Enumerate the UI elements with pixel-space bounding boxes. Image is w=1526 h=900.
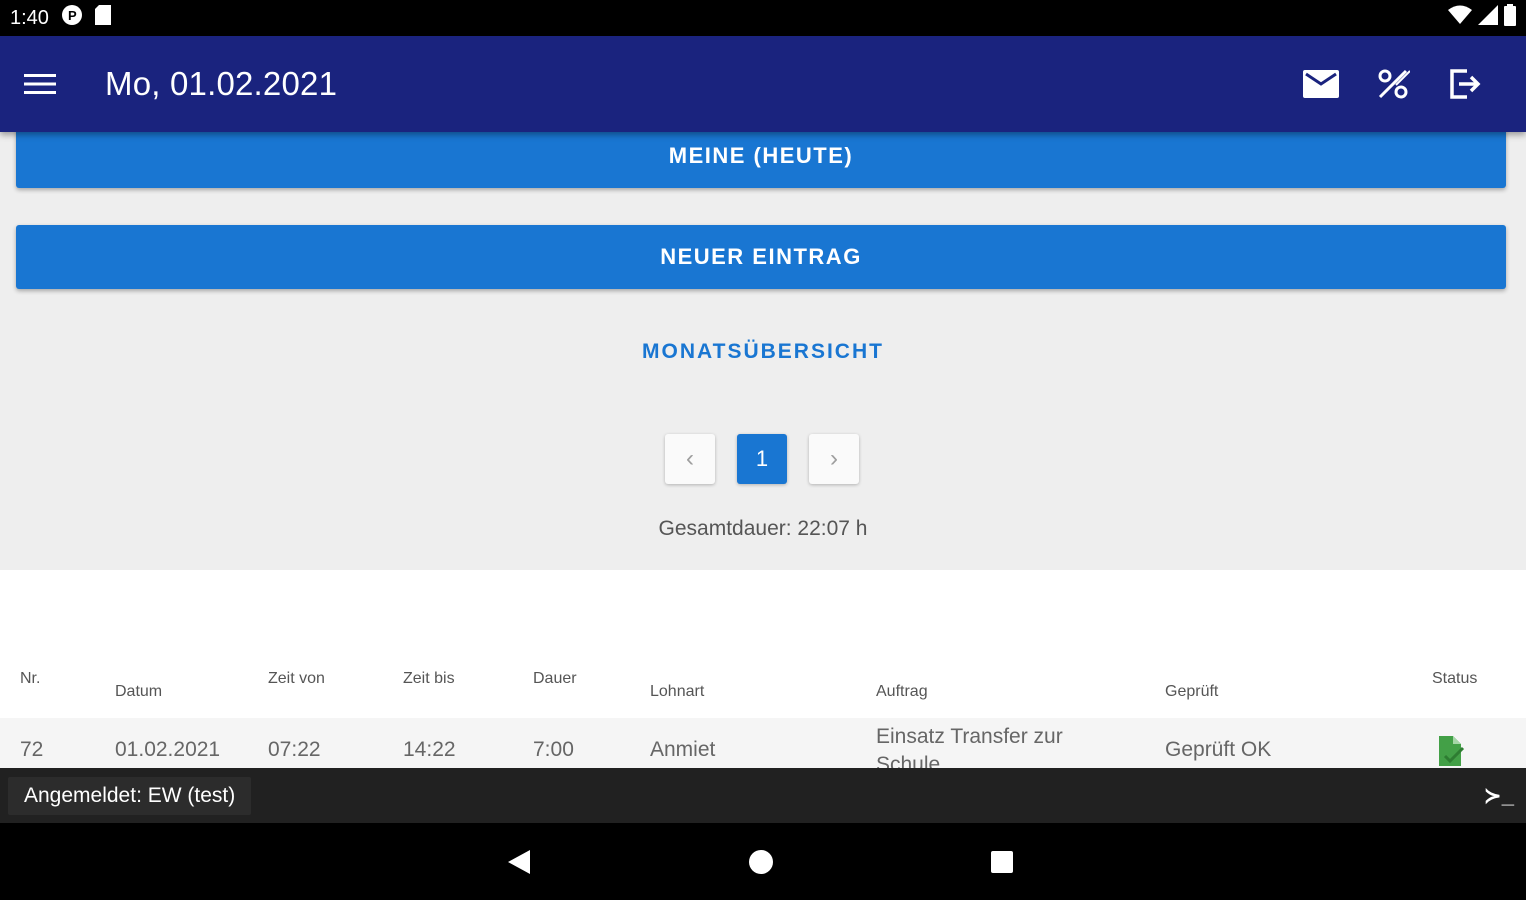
battery-icon xyxy=(1504,4,1516,32)
wifi-icon xyxy=(1448,5,1472,31)
cell-geprueft: Geprüft OK xyxy=(1165,738,1272,761)
back-button[interactable] xyxy=(502,845,536,879)
column-header-geprueft[interactable]: Geprüft xyxy=(1165,683,1218,701)
cell-zeit-von: 07:22 xyxy=(268,738,321,761)
home-circle-icon xyxy=(749,850,773,874)
page-button-current[interactable]: 1 xyxy=(737,434,787,484)
cell-lohnart: Anmiet xyxy=(650,738,716,761)
column-header-zeit-von[interactable]: Zeit von xyxy=(268,670,325,688)
hamburger-menu-icon xyxy=(24,74,56,94)
terminal-button[interactable]: ≻_ xyxy=(1483,783,1514,809)
column-header-datum[interactable]: Datum xyxy=(115,683,162,701)
meine-heute-button[interactable]: MEINE (HEUTE) xyxy=(16,132,1506,188)
page-title: Mo, 01.02.2021 xyxy=(105,65,338,102)
main-content: MEINE (HEUTE) NEUER EINTRAG MONATSÜBERSI… xyxy=(0,132,1526,768)
cell-nr: 72 xyxy=(20,738,44,761)
back-triangle-icon xyxy=(508,850,530,874)
column-header-auftrag[interactable]: Auftrag xyxy=(876,683,928,701)
menu-button[interactable] xyxy=(0,36,80,132)
cell-auftrag: Einsatz Transfer zur Schule xyxy=(876,725,1063,768)
table-row[interactable]: 72 01.02.2021 07:22 14:22 7:00 Anmiet Ei… xyxy=(0,718,1526,768)
column-header-lohnart[interactable]: Lohnart xyxy=(650,683,704,701)
home-button[interactable] xyxy=(744,845,778,879)
neuer-eintrag-button[interactable]: NEUER EINTRAG xyxy=(16,225,1506,289)
column-header-dauer[interactable]: Dauer xyxy=(533,670,577,688)
app-notification-icon: P xyxy=(61,4,83,32)
login-status: Angemeldet: EW (test) xyxy=(8,776,252,815)
cell-zeit-bis: 14:22 xyxy=(403,738,456,761)
mail-icon xyxy=(1303,70,1339,98)
next-page-button[interactable]: › xyxy=(809,434,859,484)
chevron-left-icon: ‹ xyxy=(686,445,694,472)
logout-button[interactable] xyxy=(1444,63,1486,105)
cell-dauer: 7:00 xyxy=(533,738,574,761)
logout-icon xyxy=(1450,69,1481,99)
recents-button[interactable] xyxy=(985,845,1019,879)
system-status-bar: 1:40 P xyxy=(0,0,1526,36)
clock: 1:40 xyxy=(10,6,49,29)
cell-datum: 01.02.2021 xyxy=(115,738,221,761)
total-duration: Gesamtdauer: 22:07 h xyxy=(658,517,868,540)
prev-page-button[interactable]: ‹ xyxy=(665,434,715,484)
column-header-nr[interactable]: Nr. xyxy=(20,670,40,688)
entries-table: Nr. Datum Zeit von Zeit bis Dauer Lohnar… xyxy=(0,570,1526,768)
column-header-status[interactable]: Status xyxy=(1432,670,1477,688)
system-navigation-bar xyxy=(0,823,1526,900)
signal-icon xyxy=(1478,5,1498,31)
messages-button[interactable] xyxy=(1300,63,1342,105)
bottom-status-bar: Angemeldet: EW (test) ≻_ xyxy=(0,768,1526,823)
document-check-icon[interactable] xyxy=(1437,736,1465,768)
monatsuebersicht-link[interactable]: MONATSÜBERSICHT xyxy=(0,340,1526,364)
column-header-zeit-bis[interactable]: Zeit bis xyxy=(403,670,455,688)
pagination: ‹ 1 › xyxy=(665,434,859,484)
percent-icon xyxy=(1378,69,1410,99)
svg-text:P: P xyxy=(68,8,77,23)
sd-card-icon xyxy=(94,5,111,31)
recents-square-icon xyxy=(991,851,1013,873)
app-bar: Mo, 01.02.2021 xyxy=(0,36,1526,132)
percentage-button[interactable] xyxy=(1372,63,1414,105)
chevron-right-icon: › xyxy=(830,445,838,472)
